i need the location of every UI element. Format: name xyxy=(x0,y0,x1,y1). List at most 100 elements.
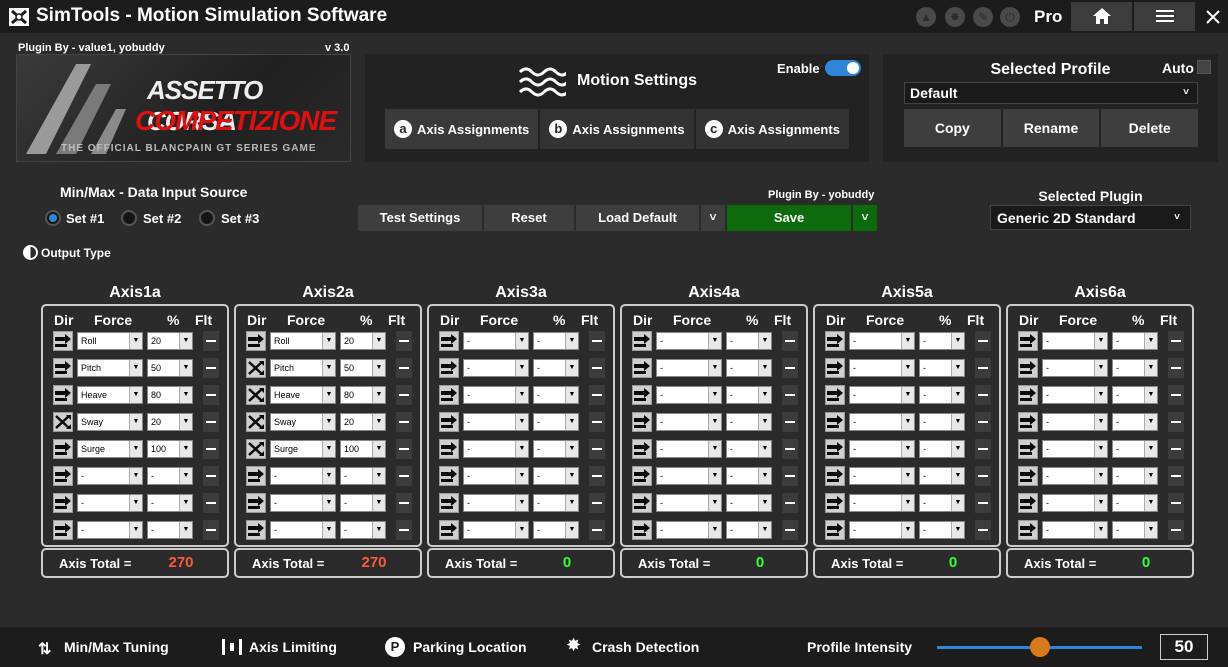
percent-select[interactable]: - xyxy=(533,332,579,350)
normal-direction-icon[interactable] xyxy=(825,331,845,351)
filter-button[interactable] xyxy=(782,385,798,405)
force-select[interactable]: - xyxy=(1042,332,1108,350)
force-select[interactable]: - xyxy=(77,467,143,485)
normal-direction-icon[interactable] xyxy=(439,385,459,405)
normal-direction-icon[interactable] xyxy=(825,493,845,513)
normal-direction-icon[interactable] xyxy=(825,466,845,486)
normal-direction-icon[interactable] xyxy=(1018,358,1038,378)
home-button[interactable] xyxy=(1071,2,1132,31)
percent-select[interactable]: - xyxy=(919,332,965,350)
normal-direction-icon[interactable] xyxy=(439,412,459,432)
filter-button[interactable] xyxy=(203,331,219,351)
percent-select[interactable]: - xyxy=(533,440,579,458)
power-icon[interactable]: ⏻ xyxy=(1000,7,1020,27)
percent-select[interactable]: - xyxy=(726,494,772,512)
reverse-direction-icon[interactable] xyxy=(246,439,266,459)
normal-direction-icon[interactable] xyxy=(825,439,845,459)
force-select[interactable]: - xyxy=(1042,359,1108,377)
force-select[interactable]: - xyxy=(656,494,722,512)
set3-radio[interactable] xyxy=(199,210,215,226)
filter-button[interactable] xyxy=(975,520,991,540)
normal-direction-icon[interactable] xyxy=(1018,412,1038,432)
filter-button[interactable] xyxy=(1168,385,1184,405)
enable-toggle[interactable] xyxy=(825,60,861,76)
force-select[interactable]: Pitch xyxy=(270,359,336,377)
reset-button[interactable]: Reset xyxy=(484,205,574,231)
normal-direction-icon[interactable] xyxy=(53,493,73,513)
close-button[interactable] xyxy=(1197,2,1228,31)
force-select[interactable]: - xyxy=(849,440,915,458)
percent-select[interactable]: - xyxy=(340,521,386,539)
reverse-direction-icon[interactable] xyxy=(246,385,266,405)
upload-icon[interactable]: ▲ xyxy=(916,7,936,27)
reverse-direction-icon[interactable] xyxy=(246,358,266,378)
normal-direction-icon[interactable] xyxy=(246,466,266,486)
force-select[interactable]: - xyxy=(656,521,722,539)
delete-button[interactable]: Delete xyxy=(1101,109,1199,147)
output-type-icon[interactable] xyxy=(23,245,38,260)
force-select[interactable]: - xyxy=(1042,467,1108,485)
normal-direction-icon[interactable] xyxy=(1018,466,1038,486)
force-select[interactable]: - xyxy=(77,494,143,512)
normal-direction-icon[interactable] xyxy=(825,520,845,540)
force-select[interactable]: - xyxy=(463,359,529,377)
percent-select[interactable]: - xyxy=(1112,467,1158,485)
filter-button[interactable] xyxy=(975,493,991,513)
menu-button[interactable] xyxy=(1134,2,1195,31)
percent-select[interactable]: 100 xyxy=(340,440,386,458)
filter-button[interactable] xyxy=(396,520,412,540)
filter-button[interactable] xyxy=(975,385,991,405)
filter-button[interactable] xyxy=(1168,412,1184,432)
filter-button[interactable] xyxy=(589,331,605,351)
normal-direction-icon[interactable] xyxy=(1018,520,1038,540)
percent-select[interactable]: - xyxy=(1112,386,1158,404)
percent-select[interactable]: - xyxy=(1112,359,1158,377)
filter-button[interactable] xyxy=(203,385,219,405)
percent-select[interactable]: - xyxy=(1112,332,1158,350)
filter-button[interactable] xyxy=(1168,358,1184,378)
percent-select[interactable]: - xyxy=(919,440,965,458)
force-select[interactable]: - xyxy=(849,413,915,431)
force-select[interactable]: - xyxy=(1042,440,1108,458)
percent-select[interactable]: - xyxy=(726,467,772,485)
normal-direction-icon[interactable] xyxy=(246,520,266,540)
filter-button[interactable] xyxy=(203,412,219,432)
force-select[interactable]: - xyxy=(849,386,915,404)
filter-button[interactable] xyxy=(1168,439,1184,459)
percent-select[interactable]: 100 xyxy=(147,440,193,458)
normal-direction-icon[interactable] xyxy=(632,466,652,486)
normal-direction-icon[interactable] xyxy=(825,412,845,432)
filter-button[interactable] xyxy=(975,439,991,459)
percent-select[interactable]: - xyxy=(1112,494,1158,512)
normal-direction-icon[interactable] xyxy=(1018,439,1038,459)
force-select[interactable]: - xyxy=(270,521,336,539)
percent-select[interactable]: - xyxy=(147,521,193,539)
force-select[interactable]: - xyxy=(849,521,915,539)
force-select[interactable]: - xyxy=(463,467,529,485)
load-default-dropdown-button[interactable]: ˅ xyxy=(701,205,725,231)
plugin-select[interactable]: Generic 2D Standard ˅ xyxy=(990,205,1191,230)
profile-select[interactable]: Default ˅ xyxy=(904,82,1198,104)
percent-select[interactable]: 50 xyxy=(340,359,386,377)
force-select[interactable]: - xyxy=(270,494,336,512)
force-select[interactable]: - xyxy=(656,332,722,350)
force-select[interactable]: Roll xyxy=(270,332,336,350)
normal-direction-icon[interactable] xyxy=(439,466,459,486)
percent-select[interactable]: - xyxy=(919,413,965,431)
save-button[interactable]: Save xyxy=(727,205,851,231)
intensity-slider-thumb[interactable] xyxy=(1029,637,1050,657)
force-select[interactable]: - xyxy=(656,359,722,377)
normal-direction-icon[interactable] xyxy=(53,520,73,540)
normal-direction-icon[interactable] xyxy=(632,385,652,405)
minmax-tuning-link[interactable]: Min/Max Tuning xyxy=(64,639,169,655)
filter-button[interactable] xyxy=(203,358,219,378)
force-select[interactable]: - xyxy=(463,413,529,431)
auto-checkbox[interactable] xyxy=(1197,60,1211,74)
normal-direction-icon[interactable] xyxy=(439,439,459,459)
force-select[interactable]: Roll xyxy=(77,332,143,350)
force-select[interactable]: Heave xyxy=(270,386,336,404)
filter-button[interactable] xyxy=(782,358,798,378)
percent-select[interactable]: - xyxy=(533,467,579,485)
percent-select[interactable]: 20 xyxy=(147,332,193,350)
force-select[interactable]: - xyxy=(463,494,529,512)
